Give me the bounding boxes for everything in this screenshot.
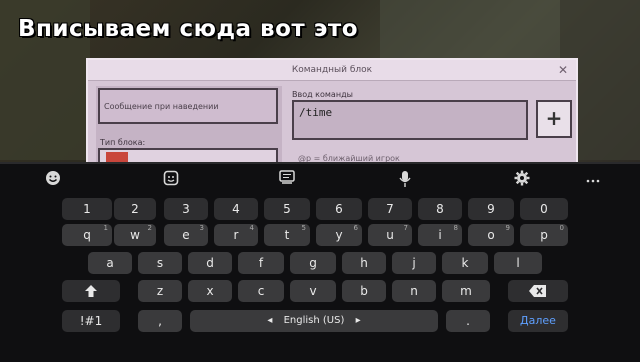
command-block-icon bbox=[106, 152, 128, 162]
chevron-left-icon: ◂ bbox=[267, 315, 273, 326]
key-label: p bbox=[540, 228, 548, 242]
key-hint: 9 bbox=[505, 224, 510, 232]
key-z[interactable]: z bbox=[138, 280, 182, 302]
on-screen-keyboard: 1 2 3 4 5 6 7 8 9 0 q1 w2 e3 r4 t5 y6 u7… bbox=[0, 162, 640, 362]
key-g[interactable]: g bbox=[290, 252, 336, 274]
key-u[interactable]: u7 bbox=[368, 224, 412, 246]
key-c[interactable]: c bbox=[238, 280, 284, 302]
right-pane: Ввод команды /time + @p = ближайший игро… bbox=[290, 86, 572, 166]
space-label: English (US) bbox=[283, 315, 345, 326]
key-d[interactable]: d bbox=[188, 252, 232, 274]
key-7[interactable]: 7 bbox=[368, 198, 412, 220]
key-label: y bbox=[335, 228, 343, 242]
key-p[interactable]: p0 bbox=[520, 224, 568, 246]
backspace-icon bbox=[529, 285, 546, 297]
more-icon[interactable] bbox=[584, 170, 602, 188]
enter-key[interactable]: Далее bbox=[508, 310, 568, 332]
key-h[interactable]: h bbox=[342, 252, 386, 274]
key-hint: 0 bbox=[559, 224, 564, 232]
key-3[interactable]: 3 bbox=[164, 198, 208, 220]
key-label: e bbox=[182, 228, 190, 242]
sticker-icon[interactable] bbox=[162, 170, 180, 188]
background-block bbox=[380, 0, 560, 60]
chevron-right-icon: ▸ bbox=[355, 315, 361, 326]
space-key[interactable]: ◂ English (US) ▸ bbox=[190, 310, 438, 332]
left-pane: Сообщение при наведении Тип блока: bbox=[96, 86, 282, 166]
comma-key[interactable]: , bbox=[138, 310, 182, 332]
dialog-title: Командный блок bbox=[291, 65, 373, 75]
add-button[interactable]: + bbox=[536, 100, 572, 138]
key-l[interactable]: l bbox=[494, 252, 542, 274]
key-i[interactable]: i8 bbox=[418, 224, 462, 246]
key-6[interactable]: 6 bbox=[316, 198, 362, 220]
key-e[interactable]: e3 bbox=[164, 224, 208, 246]
key-hint: 7 bbox=[403, 224, 408, 232]
key-f[interactable]: f bbox=[238, 252, 284, 274]
key-4[interactable]: 4 bbox=[214, 198, 258, 220]
key-k[interactable]: k bbox=[442, 252, 488, 274]
key-label: q bbox=[83, 228, 91, 242]
key-label: r bbox=[233, 228, 239, 242]
key-o[interactable]: o9 bbox=[468, 224, 514, 246]
key-hint: 2 bbox=[147, 224, 152, 232]
symbols-key[interactable]: !#1 bbox=[62, 310, 120, 332]
mic-icon[interactable] bbox=[396, 170, 414, 188]
command-input[interactable]: /time bbox=[292, 100, 528, 140]
key-hint: 1 bbox=[103, 224, 108, 232]
clipboard-icon[interactable] bbox=[278, 170, 296, 188]
close-icon[interactable]: ✕ bbox=[558, 60, 568, 80]
key-8[interactable]: 8 bbox=[418, 198, 462, 220]
key-label: u bbox=[386, 228, 394, 242]
dialog-titlebar: Командный блок ✕ bbox=[88, 60, 576, 81]
key-hint: 5 bbox=[301, 224, 306, 232]
key-0[interactable]: 0 bbox=[520, 198, 568, 220]
key-m[interactable]: m bbox=[442, 280, 490, 302]
key-x[interactable]: x bbox=[188, 280, 232, 302]
key-9[interactable]: 9 bbox=[468, 198, 514, 220]
key-j[interactable]: j bbox=[392, 252, 436, 274]
command-input-label: Ввод команды bbox=[292, 90, 353, 99]
key-y[interactable]: y6 bbox=[316, 224, 362, 246]
key-w[interactable]: w2 bbox=[114, 224, 156, 246]
key-b[interactable]: b bbox=[342, 280, 386, 302]
key-label: t bbox=[284, 228, 290, 242]
key-hint: 3 bbox=[199, 224, 204, 232]
key-n[interactable]: n bbox=[392, 280, 436, 302]
video-caption: Вписываем сюда вот это bbox=[18, 16, 359, 42]
key-t[interactable]: t5 bbox=[264, 224, 310, 246]
key-1[interactable]: 1 bbox=[62, 198, 112, 220]
block-type-label: Тип блока: bbox=[100, 138, 146, 147]
keyboard-toolbar bbox=[0, 164, 640, 194]
gear-icon[interactable] bbox=[513, 170, 531, 188]
key-q[interactable]: q1 bbox=[62, 224, 112, 246]
shift-key[interactable] bbox=[62, 280, 120, 302]
key-2[interactable]: 2 bbox=[114, 198, 156, 220]
shift-icon bbox=[85, 285, 97, 297]
key-hint: 8 bbox=[453, 224, 458, 232]
period-key[interactable]: . bbox=[446, 310, 490, 332]
hover-message-field[interactable]: Сообщение при наведении bbox=[98, 88, 278, 124]
key-a[interactable]: a bbox=[88, 252, 132, 274]
key-label: w bbox=[130, 228, 140, 242]
key-s[interactable]: s bbox=[138, 252, 182, 274]
key-v[interactable]: v bbox=[290, 280, 336, 302]
command-block-dialog: Командный блок ✕ Сообщение при наведении… bbox=[86, 58, 578, 168]
key-label: o bbox=[487, 228, 495, 242]
key-hint: 6 bbox=[353, 224, 358, 232]
key-label: i bbox=[438, 228, 442, 242]
backspace-key[interactable] bbox=[508, 280, 568, 302]
key-5[interactable]: 5 bbox=[264, 198, 310, 220]
key-hint: 4 bbox=[249, 224, 254, 232]
emoji-icon[interactable] bbox=[44, 170, 62, 188]
key-r[interactable]: r4 bbox=[214, 224, 258, 246]
